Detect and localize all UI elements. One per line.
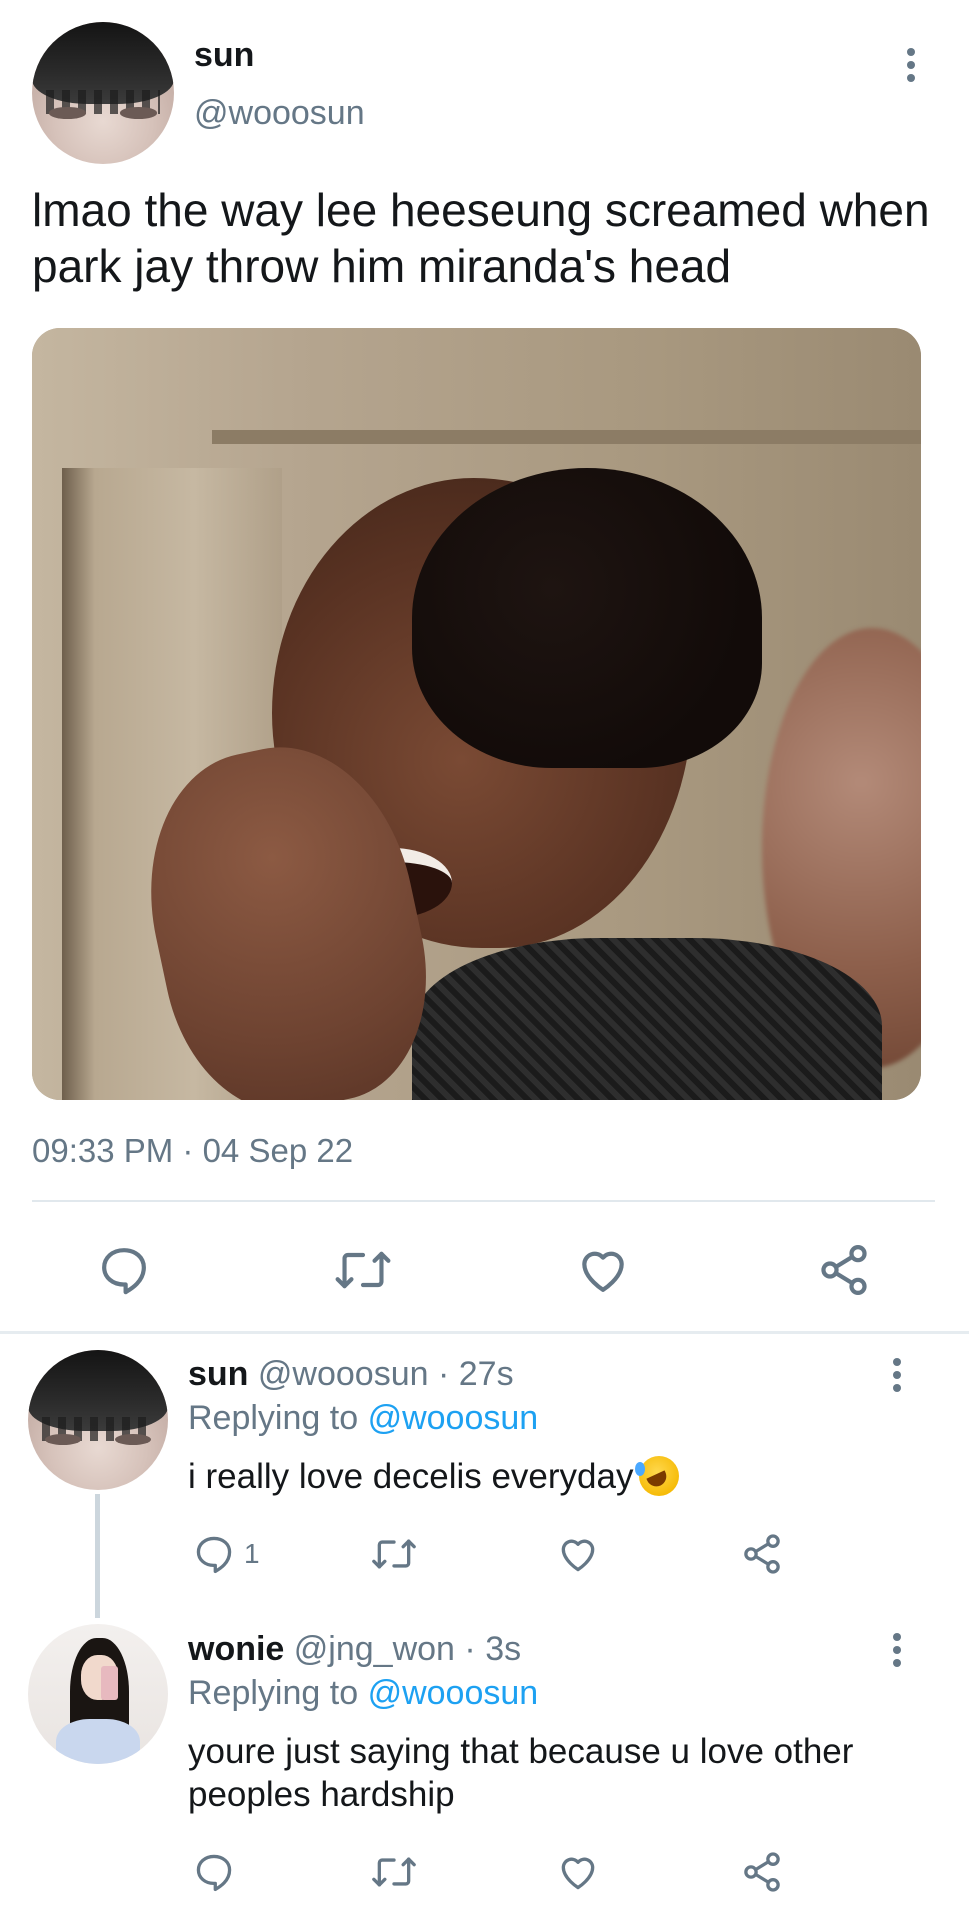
reply-text-content: i really love decelis everyday (188, 1457, 634, 1496)
reply-header: wonie @jng_won · 3s (188, 1630, 521, 1669)
tweet-page: sun @wooosun lmao the way lee heeseung s… (0, 0, 969, 1920)
avatar-hair-shape (32, 22, 174, 115)
more-vertical-icon[interactable] (892, 1358, 902, 1392)
photo-door-trim (212, 430, 921, 444)
share-icon (744, 1534, 780, 1574)
avatar-eye-left (44, 1434, 82, 1446)
photo-shirt (412, 938, 882, 1100)
reply-author-handle[interactable]: @wooosun (258, 1355, 429, 1393)
replying-to-label: Replying to (188, 1674, 359, 1712)
reply-author-handle[interactable]: @jng_won (294, 1630, 455, 1668)
reply-button[interactable] (96, 1242, 152, 1298)
share-button[interactable] (816, 1242, 872, 1298)
reply-text: youre just saying that because u love ot… (188, 1732, 854, 1814)
replying-to-label: Replying to (188, 1399, 359, 1437)
heart-icon (561, 1539, 595, 1572)
retweet-button[interactable] (370, 1850, 418, 1894)
avatar-shirt (56, 1719, 140, 1764)
share-button[interactable] (740, 1850, 784, 1894)
retweet-icon (372, 1539, 416, 1569)
reply-button[interactable] (192, 1850, 236, 1894)
share-icon (821, 1245, 867, 1295)
reply-text: i really love decelis everyday (188, 1455, 918, 1498)
reply-icon (196, 1536, 232, 1574)
photo-hair (412, 468, 762, 768)
thread-connector-line (95, 1494, 100, 1618)
avatar-eye-right (114, 1434, 152, 1446)
divider (32, 1200, 935, 1202)
replying-to-line: Replying to @wooosun (188, 1399, 538, 1438)
avatar-phone (100, 1666, 118, 1700)
reply-age: · 27s (437, 1355, 514, 1393)
like-button[interactable] (556, 1850, 600, 1894)
reply-header: sun @wooosun · 27s (188, 1355, 514, 1394)
reply-button[interactable]: 1 (192, 1532, 260, 1576)
replying-to-mention[interactable]: @wooosun (368, 1674, 539, 1712)
heart-icon (561, 1857, 595, 1890)
avatar-eye-right (120, 107, 157, 119)
reply-icon (196, 1854, 232, 1892)
retweet-icon (335, 1251, 391, 1289)
replying-to-line: Replying to @wooosun (188, 1674, 538, 1713)
retweet-button[interactable] (333, 1242, 393, 1298)
author-avatar[interactable] (32, 22, 174, 164)
retweet-button[interactable] (370, 1532, 418, 1576)
tweet-text: lmao the way lee heeseung screamed when … (32, 184, 930, 292)
rolling-on-floor-laughing-icon (635, 1456, 680, 1496)
share-icon (744, 1852, 780, 1892)
avatar-hair-shape (28, 1350, 168, 1442)
like-button[interactable] (556, 1532, 600, 1576)
avatar-eye-left (49, 107, 86, 119)
more-vertical-icon[interactable] (892, 1633, 902, 1667)
reply-author-name[interactable]: wonie (188, 1630, 284, 1668)
author-handle[interactable]: @wooosun (194, 94, 365, 133)
tweet-timestamp: 09:33 PM · 04 Sep 22 (32, 1132, 354, 1169)
replying-to-mention[interactable]: @wooosun (368, 1399, 539, 1437)
heart-icon (582, 1251, 624, 1292)
share-button[interactable] (740, 1532, 784, 1576)
retweet-icon (372, 1857, 416, 1887)
reply-author-name[interactable]: sun (188, 1355, 248, 1393)
section-divider (0, 1331, 969, 1334)
reply-author-avatar[interactable] (28, 1350, 168, 1490)
reply-icon (102, 1248, 146, 1295)
reply-age: · 3s (464, 1630, 522, 1668)
author-name[interactable]: sun (194, 36, 254, 75)
tweet-photo[interactable] (32, 328, 921, 1100)
reply-count: 1 (244, 1538, 260, 1569)
reply-author-avatar[interactable] (28, 1624, 168, 1764)
like-button[interactable] (575, 1242, 631, 1298)
more-vertical-icon[interactable] (906, 48, 916, 82)
